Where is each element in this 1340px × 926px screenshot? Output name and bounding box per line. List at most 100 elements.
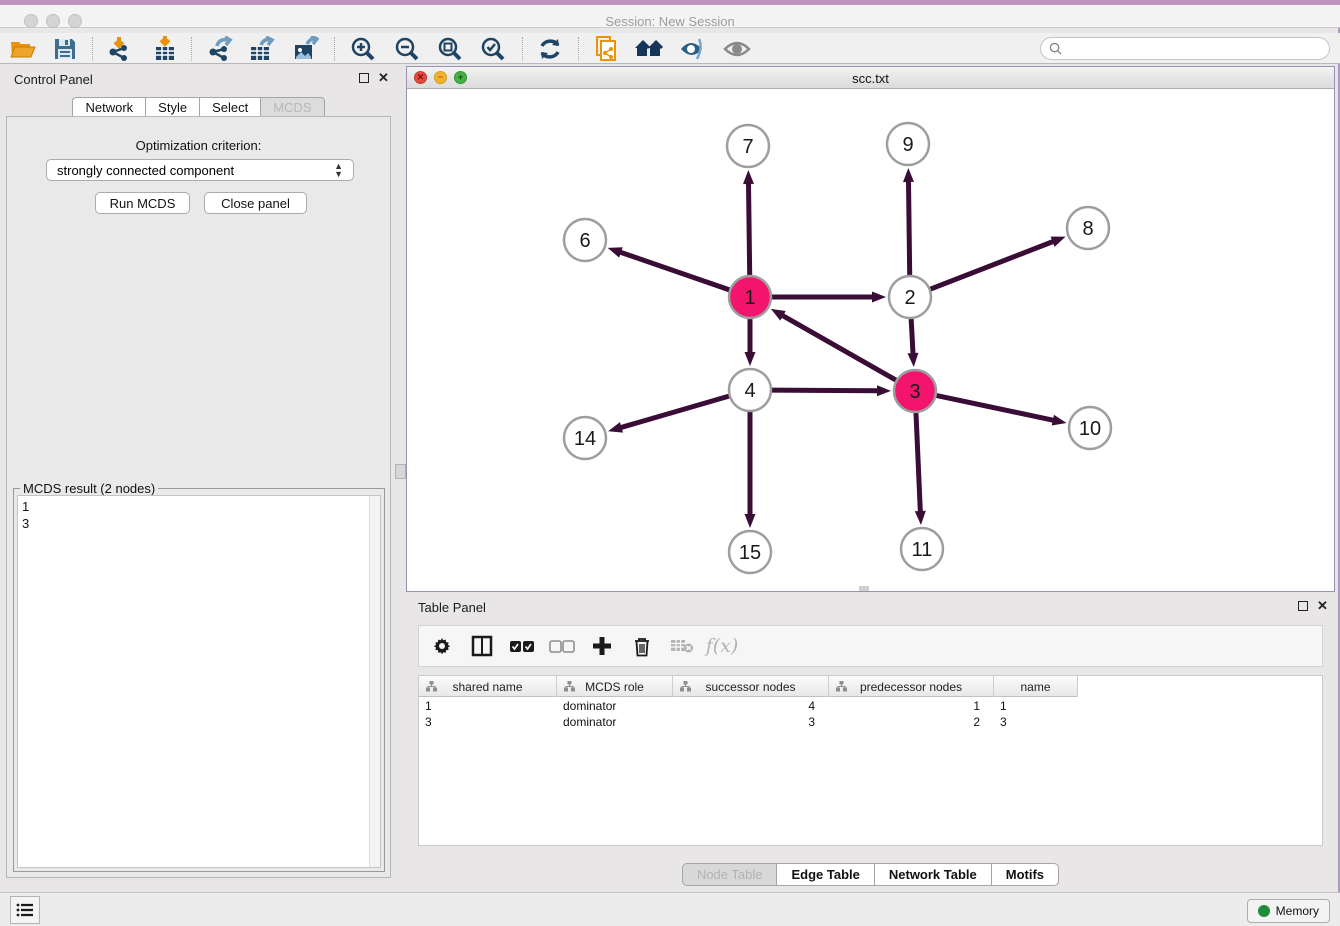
table-cell[interactable]: dominator [557,698,673,714]
column-header-MCDS-role[interactable]: MCDS role [557,676,673,697]
float-table-panel-icon[interactable] [1298,601,1308,611]
import-network-icon[interactable] [105,36,135,62]
edge-3-10[interactable] [936,395,1055,420]
edge-1-7[interactable] [748,182,749,276]
column-header-successor-nodes[interactable]: successor nodes [673,676,829,697]
refresh-layout-icon[interactable] [535,36,565,62]
table-cell[interactable]: 4 [673,698,829,714]
import-table-icon[interactable] [150,36,180,62]
edge-4-3[interactable] [771,390,879,391]
edge-1-6[interactable] [619,252,730,290]
close-panel-button[interactable]: Close panel [204,192,307,214]
table-cell[interactable]: 1 [419,698,557,714]
delete-table-icon[interactable] [669,633,695,659]
table-row[interactable]: 1dominator411 [419,698,1078,714]
run-mcds-button[interactable]: Run MCDS [95,192,190,214]
graph-node-11[interactable]: 11 [901,528,943,570]
home-network-icon[interactable] [634,36,664,62]
column-edit-icon [836,681,847,692]
tab-network-table[interactable]: Network Table [874,863,991,886]
save-icon[interactable] [50,36,80,62]
table-panel-title: Table Panel [418,600,486,615]
graph-node-8[interactable]: 8 [1067,207,1109,249]
graph-node-15[interactable]: 15 [729,531,771,573]
edge-2-8[interactable] [930,241,1055,289]
toolbar-separator [522,37,523,61]
node-table[interactable]: shared nameMCDS rolesuccessor nodesprede… [418,675,1323,846]
column-edit-icon [680,681,691,692]
network-view-title: scc.txt [407,71,1334,86]
graph-node-9[interactable]: 9 [887,123,929,165]
edge-3-11[interactable] [916,412,920,513]
zoom-selected-icon[interactable] [478,36,508,62]
export-table-icon[interactable] [247,36,277,62]
canvas-scroll-nub[interactable] [859,586,869,591]
select-all-icon[interactable] [509,633,535,659]
deselect-all-icon[interactable] [549,633,575,659]
graph-node-2[interactable]: 2 [889,276,931,318]
graph-node-1[interactable]: 1 [729,276,771,318]
table-cell[interactable]: 2 [829,714,994,730]
tab-network[interactable]: Network [72,97,145,118]
arrowhead-2-8 [1051,237,1066,247]
column-header-predecessor-nodes[interactable]: predecessor nodes [829,676,994,697]
add-column-icon[interactable] [589,633,615,659]
result-scrollbar[interactable] [369,496,380,867]
memory-button[interactable]: Memory [1247,899,1330,923]
edge-3-1[interactable] [781,315,896,381]
close-table-panel-icon[interactable]: ✕ [1317,601,1328,611]
column-header-name[interactable]: name [994,676,1078,697]
gear-icon[interactable] [429,633,455,659]
mcds-result-text[interactable]: 1 3 [17,495,381,868]
delete-column-icon[interactable] [629,633,655,659]
panel-splitter-handle[interactable] [395,464,406,479]
close-panel-icon[interactable]: ✕ [378,73,389,83]
control-panel-buttons: ✕ [359,73,389,83]
zoom-fit-icon[interactable] [435,36,465,62]
hide-view-icon[interactable] [678,36,708,62]
edge-2-3[interactable] [911,318,913,355]
search-input[interactable] [1066,42,1329,56]
table-cell[interactable]: 3 [673,714,829,730]
column-header-shared-name[interactable]: shared name [419,676,557,697]
graph-node-7[interactable]: 7 [727,125,769,167]
graph-node-3[interactable]: 3 [894,370,936,412]
network-canvas[interactable]: 1 2 3 4 6 7 8 9 10 11 14 15 [407,89,1334,591]
float-panel-icon[interactable] [359,73,369,83]
table-cell[interactable]: 1 [829,698,994,714]
criterion-select[interactable]: strongly connected component ▲▼ [46,159,354,181]
tab-edge-table[interactable]: Edge Table [776,863,873,886]
task-history-button[interactable] [10,896,40,924]
table-cell[interactable]: 1 [994,698,1078,714]
main-toolbar [0,33,1340,64]
open-folder-icon[interactable] [8,36,38,62]
export-network-icon[interactable] [205,36,235,62]
edge-4-14[interactable] [620,396,730,428]
node-label: 1 [744,287,755,309]
show-view-icon[interactable] [722,36,752,62]
graph-node-14[interactable]: 14 [564,417,606,459]
zoom-in-icon[interactable] [348,36,378,62]
zoom-out-icon[interactable] [392,36,422,62]
edge-2-9[interactable] [908,180,909,276]
table-cell[interactable]: 3 [419,714,557,730]
copy-network-icon[interactable] [592,36,622,62]
graph-node-6[interactable]: 6 [564,219,606,261]
table-cell[interactable]: dominator [557,714,673,730]
tab-style[interactable]: Style [145,97,199,118]
tab-mcds[interactable]: MCDS [260,97,324,118]
tab-node-table[interactable]: Node Table [682,863,777,886]
export-image-icon[interactable] [291,36,321,62]
tab-select[interactable]: Select [199,97,260,118]
graph-node-10[interactable]: 10 [1069,407,1111,449]
tab-motifs[interactable]: Motifs [991,863,1059,886]
columns-icon[interactable] [469,633,495,659]
graph-node-4[interactable]: 4 [729,369,771,411]
arrowhead-1-7 [743,170,754,184]
node-label: 14 [574,428,596,450]
table-cell[interactable]: 3 [994,714,1078,730]
table-row[interactable]: 3dominator323 [419,714,1078,730]
function-builder-icon[interactable]: f(x) [709,633,735,659]
criterion-value: strongly connected component [57,163,234,178]
network-view-titlebar[interactable]: ✕ − + scc.txt [407,67,1334,89]
